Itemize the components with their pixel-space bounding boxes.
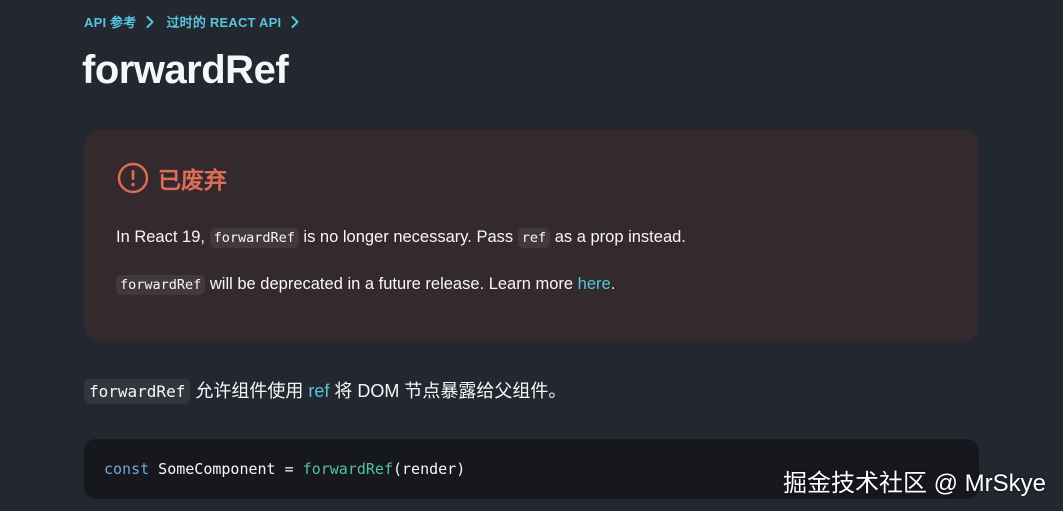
deprecation-title: 已废弃 <box>158 167 227 193</box>
breadcrumb: API 参考 过时的 REACT API <box>84 12 311 31</box>
code-function: forwardRef <box>302 460 393 478</box>
deprecation-text: is no longer necessary. Pass <box>298 228 518 246</box>
deprecation-text: . <box>610 275 616 293</box>
inline-code: ref <box>517 228 551 248</box>
code-keyword: const <box>104 460 150 478</box>
intro-text: 将 DOM 节点暴露给父组件。 <box>329 381 567 401</box>
code-identifier: SomeComponent = <box>149 460 303 478</box>
warning-circle-icon <box>117 162 149 194</box>
code-args: (render) <box>393 460 466 478</box>
ref-link[interactable]: ref <box>308 381 329 401</box>
deprecation-line-1: In React 19, forwardRef is no longer nec… <box>116 228 686 248</box>
deprecation-text: as a prop instead. <box>550 228 686 246</box>
deprecation-header: 已废弃 <box>116 161 227 195</box>
breadcrumb-item-legacy-api[interactable]: 过时的 REACT API <box>166 12 281 31</box>
intro-paragraph: forwardRef 允许组件使用 ref 将 DOM 节点暴露给父组件。 <box>84 377 567 404</box>
breadcrumb-item-api-reference[interactable]: API 参考 <box>84 12 136 31</box>
deprecation-line-2: forwardRef will be deprecated in a futur… <box>116 275 616 295</box>
deprecation-callout: 已废弃 In React 19, forwardRef is no longer… <box>84 130 979 341</box>
page: API 参考 过时的 REACT API forwardRef 已废弃 In R… <box>0 0 1063 511</box>
page-title: forwardRef <box>82 48 289 92</box>
inline-code: forwardRef <box>84 379 191 404</box>
watermark: 掘金技术社区 @ MrSkye <box>782 470 1046 497</box>
chevron-right-icon <box>146 15 154 28</box>
learn-more-link[interactable]: here <box>578 275 611 293</box>
code-line: const SomeComponent = forwardRef(render) <box>104 460 465 478</box>
intro-text: 允许组件使用 <box>190 381 309 401</box>
deprecation-text: will be deprecated in a future release. … <box>205 275 578 293</box>
inline-code: forwardRef <box>209 228 299 248</box>
chevron-right-icon <box>291 15 299 28</box>
inline-code: forwardRef <box>116 275 206 295</box>
deprecation-text: In React 19, <box>116 228 210 246</box>
